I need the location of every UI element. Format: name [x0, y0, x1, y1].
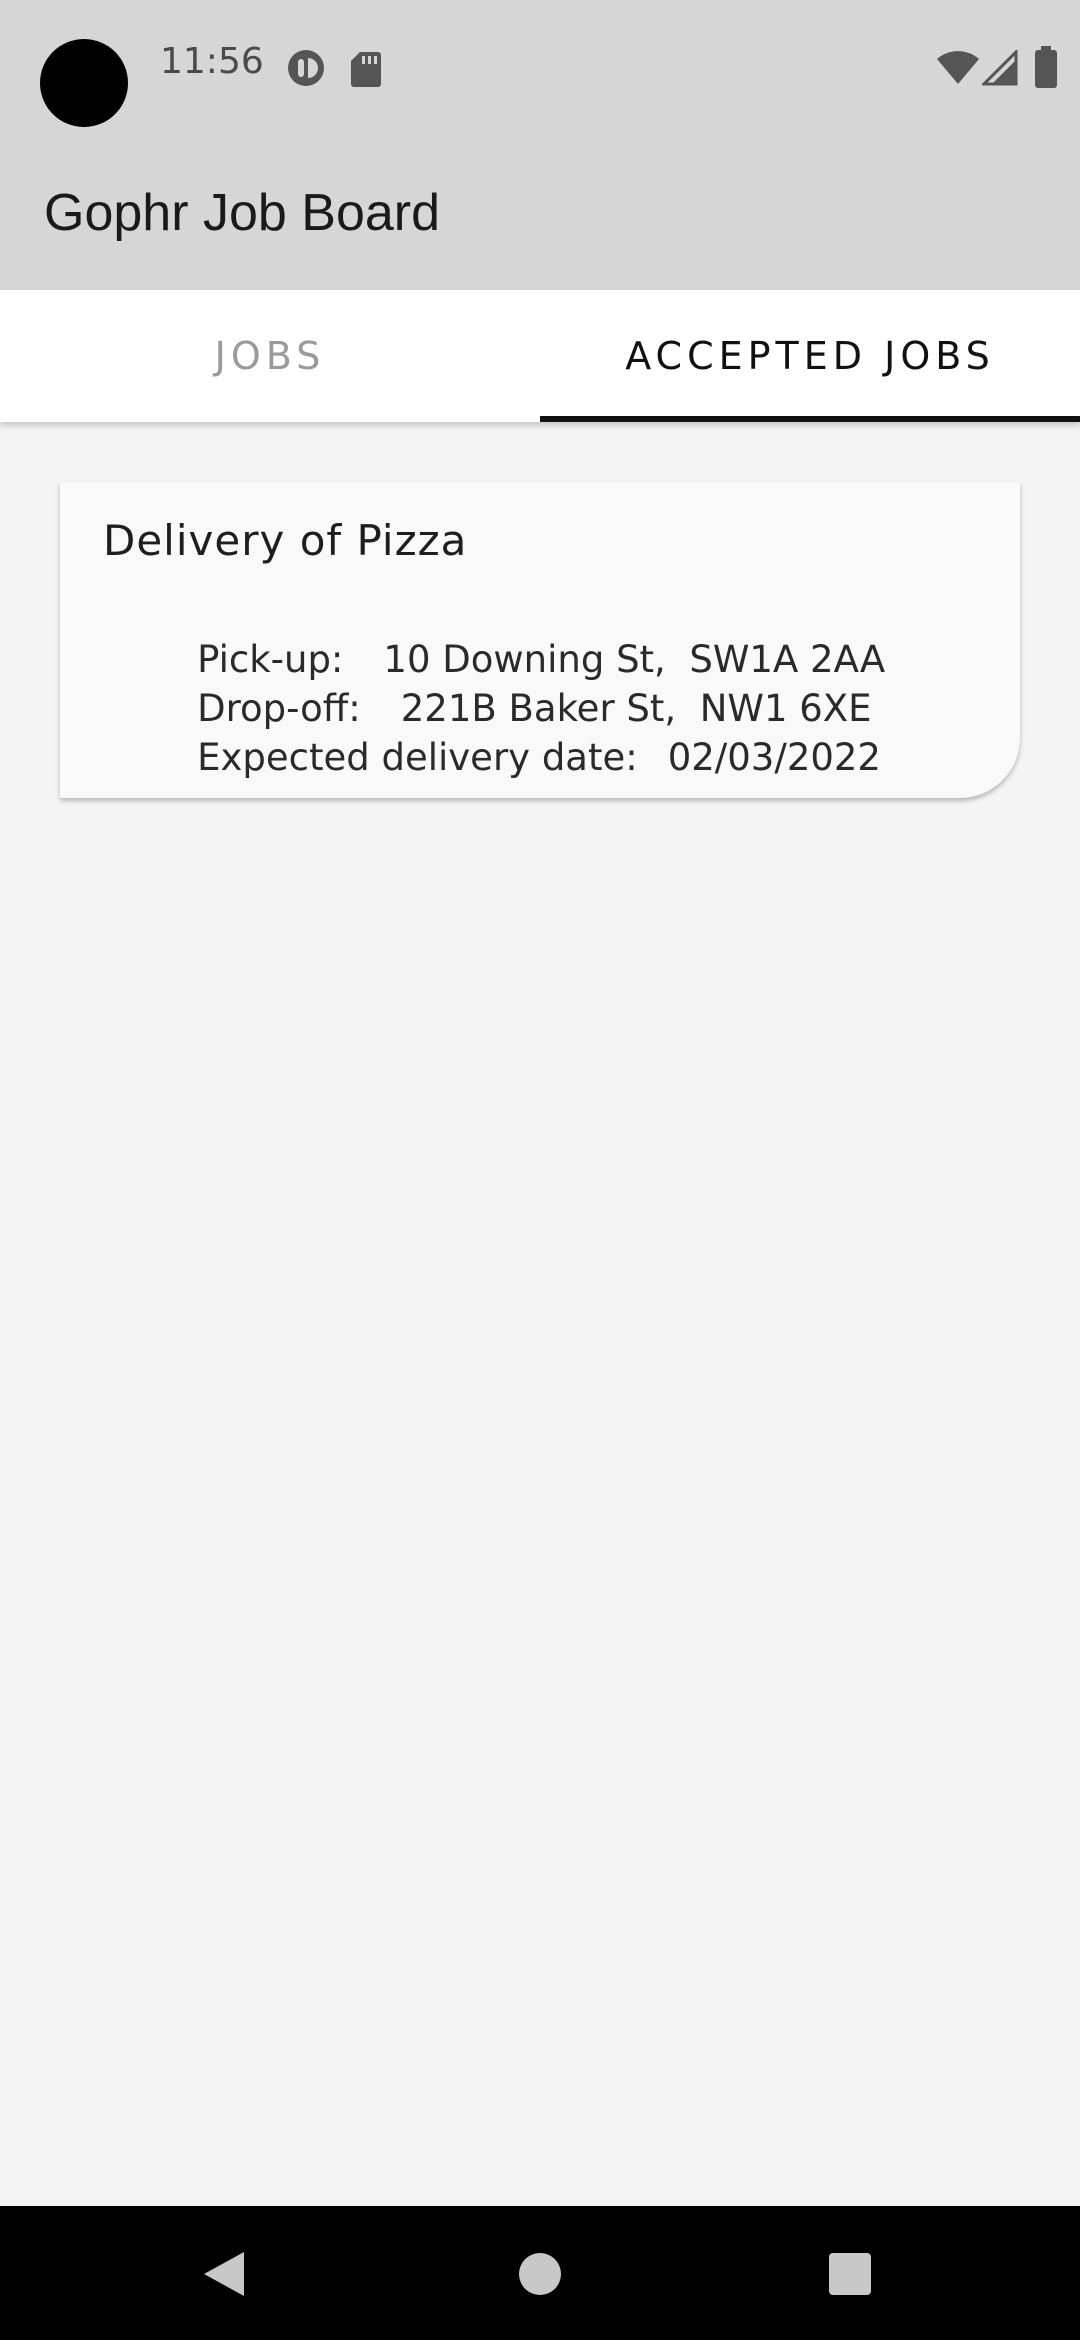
job-card[interactable]: Delivery of Pizza Pick-up: 10 Downing St,… — [60, 482, 1020, 798]
date-value: 02/03/2022 — [667, 735, 881, 779]
screen: 11:56 Gophr Job Board JOBS ACCEPTED JOBS… — [0, 0, 1080, 2340]
status-bar: 11:56 — [0, 0, 1080, 136]
sd-card-icon — [351, 52, 381, 87]
tab-accepted-jobs[interactable]: ACCEPTED JOBS — [540, 290, 1080, 422]
navigation-bar — [0, 2206, 1080, 2340]
job-title: Delivery of Pizza — [103, 516, 468, 565]
accepted-jobs-list: Delivery of Pizza Pick-up: 10 Downing St,… — [0, 422, 1080, 2206]
job-delivery-date: Expected delivery date: 02/03/2022 — [103, 694, 881, 822]
wifi-icon — [937, 51, 979, 84]
tab-jobs[interactable]: JOBS — [0, 290, 540, 422]
home-icon[interactable] — [518, 2252, 562, 2296]
back-icon[interactable] — [200, 2250, 248, 2298]
app-bar: Gophr Job Board — [0, 136, 1080, 290]
camera-cutout — [40, 39, 128, 127]
battery-icon — [1035, 46, 1057, 88]
tab-bar: JOBS ACCEPTED JOBS — [0, 290, 1080, 422]
data-saver-icon — [288, 50, 324, 86]
status-time: 11:56 — [160, 41, 264, 82]
date-label: Expected delivery date: — [197, 735, 638, 779]
recents-icon[interactable] — [828, 2252, 872, 2296]
signal-icon — [982, 50, 1018, 86]
app-title: Gophr Job Board — [44, 184, 441, 242]
tab-selected-indicator — [540, 416, 1080, 422]
